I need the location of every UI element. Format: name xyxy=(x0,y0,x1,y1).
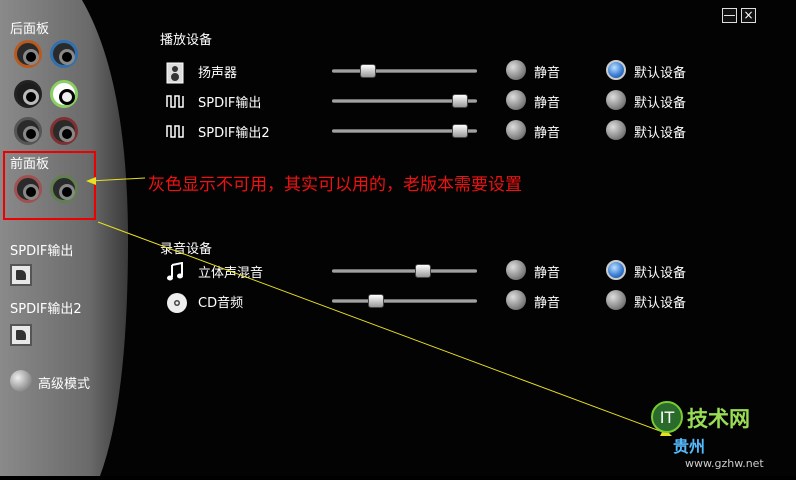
watermark-url: www.gzhw.net xyxy=(685,457,764,470)
watermark-site-cn: 贵州 xyxy=(673,437,706,456)
site-watermark: IT 技术网 贵州 www.gzhw.net xyxy=(645,395,796,476)
watermark-brand: 技术网 xyxy=(687,407,750,431)
svg-text:IT: IT xyxy=(660,408,675,427)
annotation-text: 灰色显示不可用，其实可以用的，老版本需要设置 xyxy=(148,175,522,195)
audio-manager-window: 后面板 前面板 SPDIF输出 SPDIF输出2 高级模式 — × 播放设备 扬… xyxy=(0,0,796,476)
